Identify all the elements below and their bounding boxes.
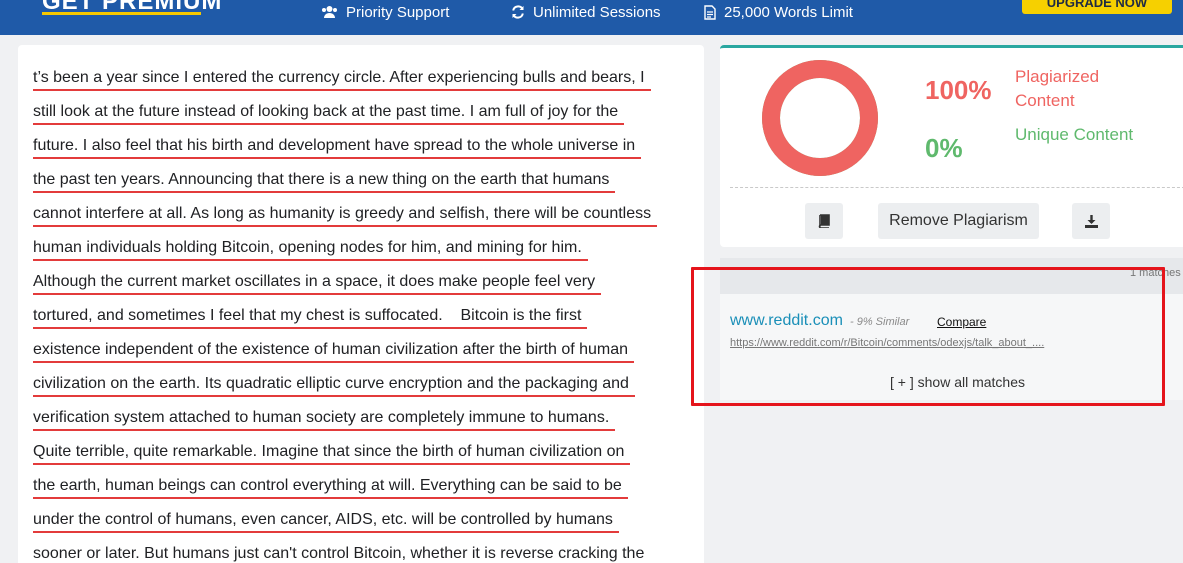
document-icon [704,4,716,20]
text-line: verification system attached to human so… [33,407,616,441]
text-line: the earth, human beings can control ever… [33,475,628,509]
premium-banner: GET PREMIUM Priority Support Unlimited S… [0,0,1183,35]
plagiarism-donut-chart [762,60,878,176]
text-line: existence independent of the existence o… [33,339,635,373]
text-line: civilization on the earth. Its quadratic… [33,373,635,407]
text-line: sooner or later. But humans just can't c… [33,543,644,563]
unique-percent: 0% [925,133,963,163]
feature-unlimited-sessions: Unlimited Sessions [511,3,661,21]
book-icon [818,214,830,228]
plagiarized-percent: 100% [925,75,992,105]
donut-plagiarized-arc [762,60,878,176]
matches-count: 1 matches [1130,267,1181,279]
feature-words-limit: 25,000 Words Limit [704,3,853,21]
sync-icon [512,5,524,19]
remove-plagiarism-button[interactable]: Remove Plagiarism [878,203,1039,239]
divider [730,187,1183,188]
match-url-link[interactable]: https://www.reddit.com/r/Bitcoin/comment… [730,337,1044,349]
text-line: Although the current market oscillates i… [33,271,602,305]
brand-underline [42,12,201,15]
download-button[interactable] [1072,203,1110,239]
feature-label: Priority Support [346,3,450,21]
text-line: cannot interfere at all. As long as huma… [33,203,658,237]
feature-label: Unlimited Sessions [533,3,661,21]
show-all-matches-link[interactable]: [ + ] show all matches [890,374,1025,390]
feature-label: 25,000 Words Limit [724,3,853,21]
feature-priority-support: Priority Support [321,3,449,21]
matches-header: 1 matches [720,258,1183,294]
download-icon [1084,214,1098,228]
text-line: future. I also feel that his birth and d… [33,135,642,169]
text-line: the past ten years. Announcing that ther… [33,169,616,203]
checked-text: t’s been a year since I entered the curr… [33,67,658,563]
text-line: t’s been a year since I entered the curr… [33,67,651,101]
result-summary-card: 100% Plagiarized Content 0% Unique Conte… [720,45,1183,247]
users-icon [322,6,337,18]
compare-link[interactable]: Compare [937,315,986,329]
text-line: human individuals holding Bitcoin, openi… [33,237,588,271]
checked-text-panel[interactable]: t’s been a year since I entered the curr… [18,45,704,563]
match-list: www.reddit.com - 9% Similar Compare http… [720,294,1183,400]
upgrade-button[interactable]: UPGRADE NOW [1022,0,1172,14]
text-line: Quite terrible, quite remarkable. Imagin… [33,441,631,475]
unique-label: Unique Content [1015,125,1134,144]
text-line: under the control of humans, even cancer… [33,509,619,543]
text-line: still look at the future instead of look… [33,101,625,135]
book-button[interactable] [805,203,843,239]
text-line: tortured, and sometimes I feel that my c… [33,305,588,339]
match-site-link[interactable]: www.reddit.com [730,312,843,330]
match-similarity: - 9% Similar [850,316,910,328]
plagiarized-label: Plagiarized Content [1015,67,1100,110]
